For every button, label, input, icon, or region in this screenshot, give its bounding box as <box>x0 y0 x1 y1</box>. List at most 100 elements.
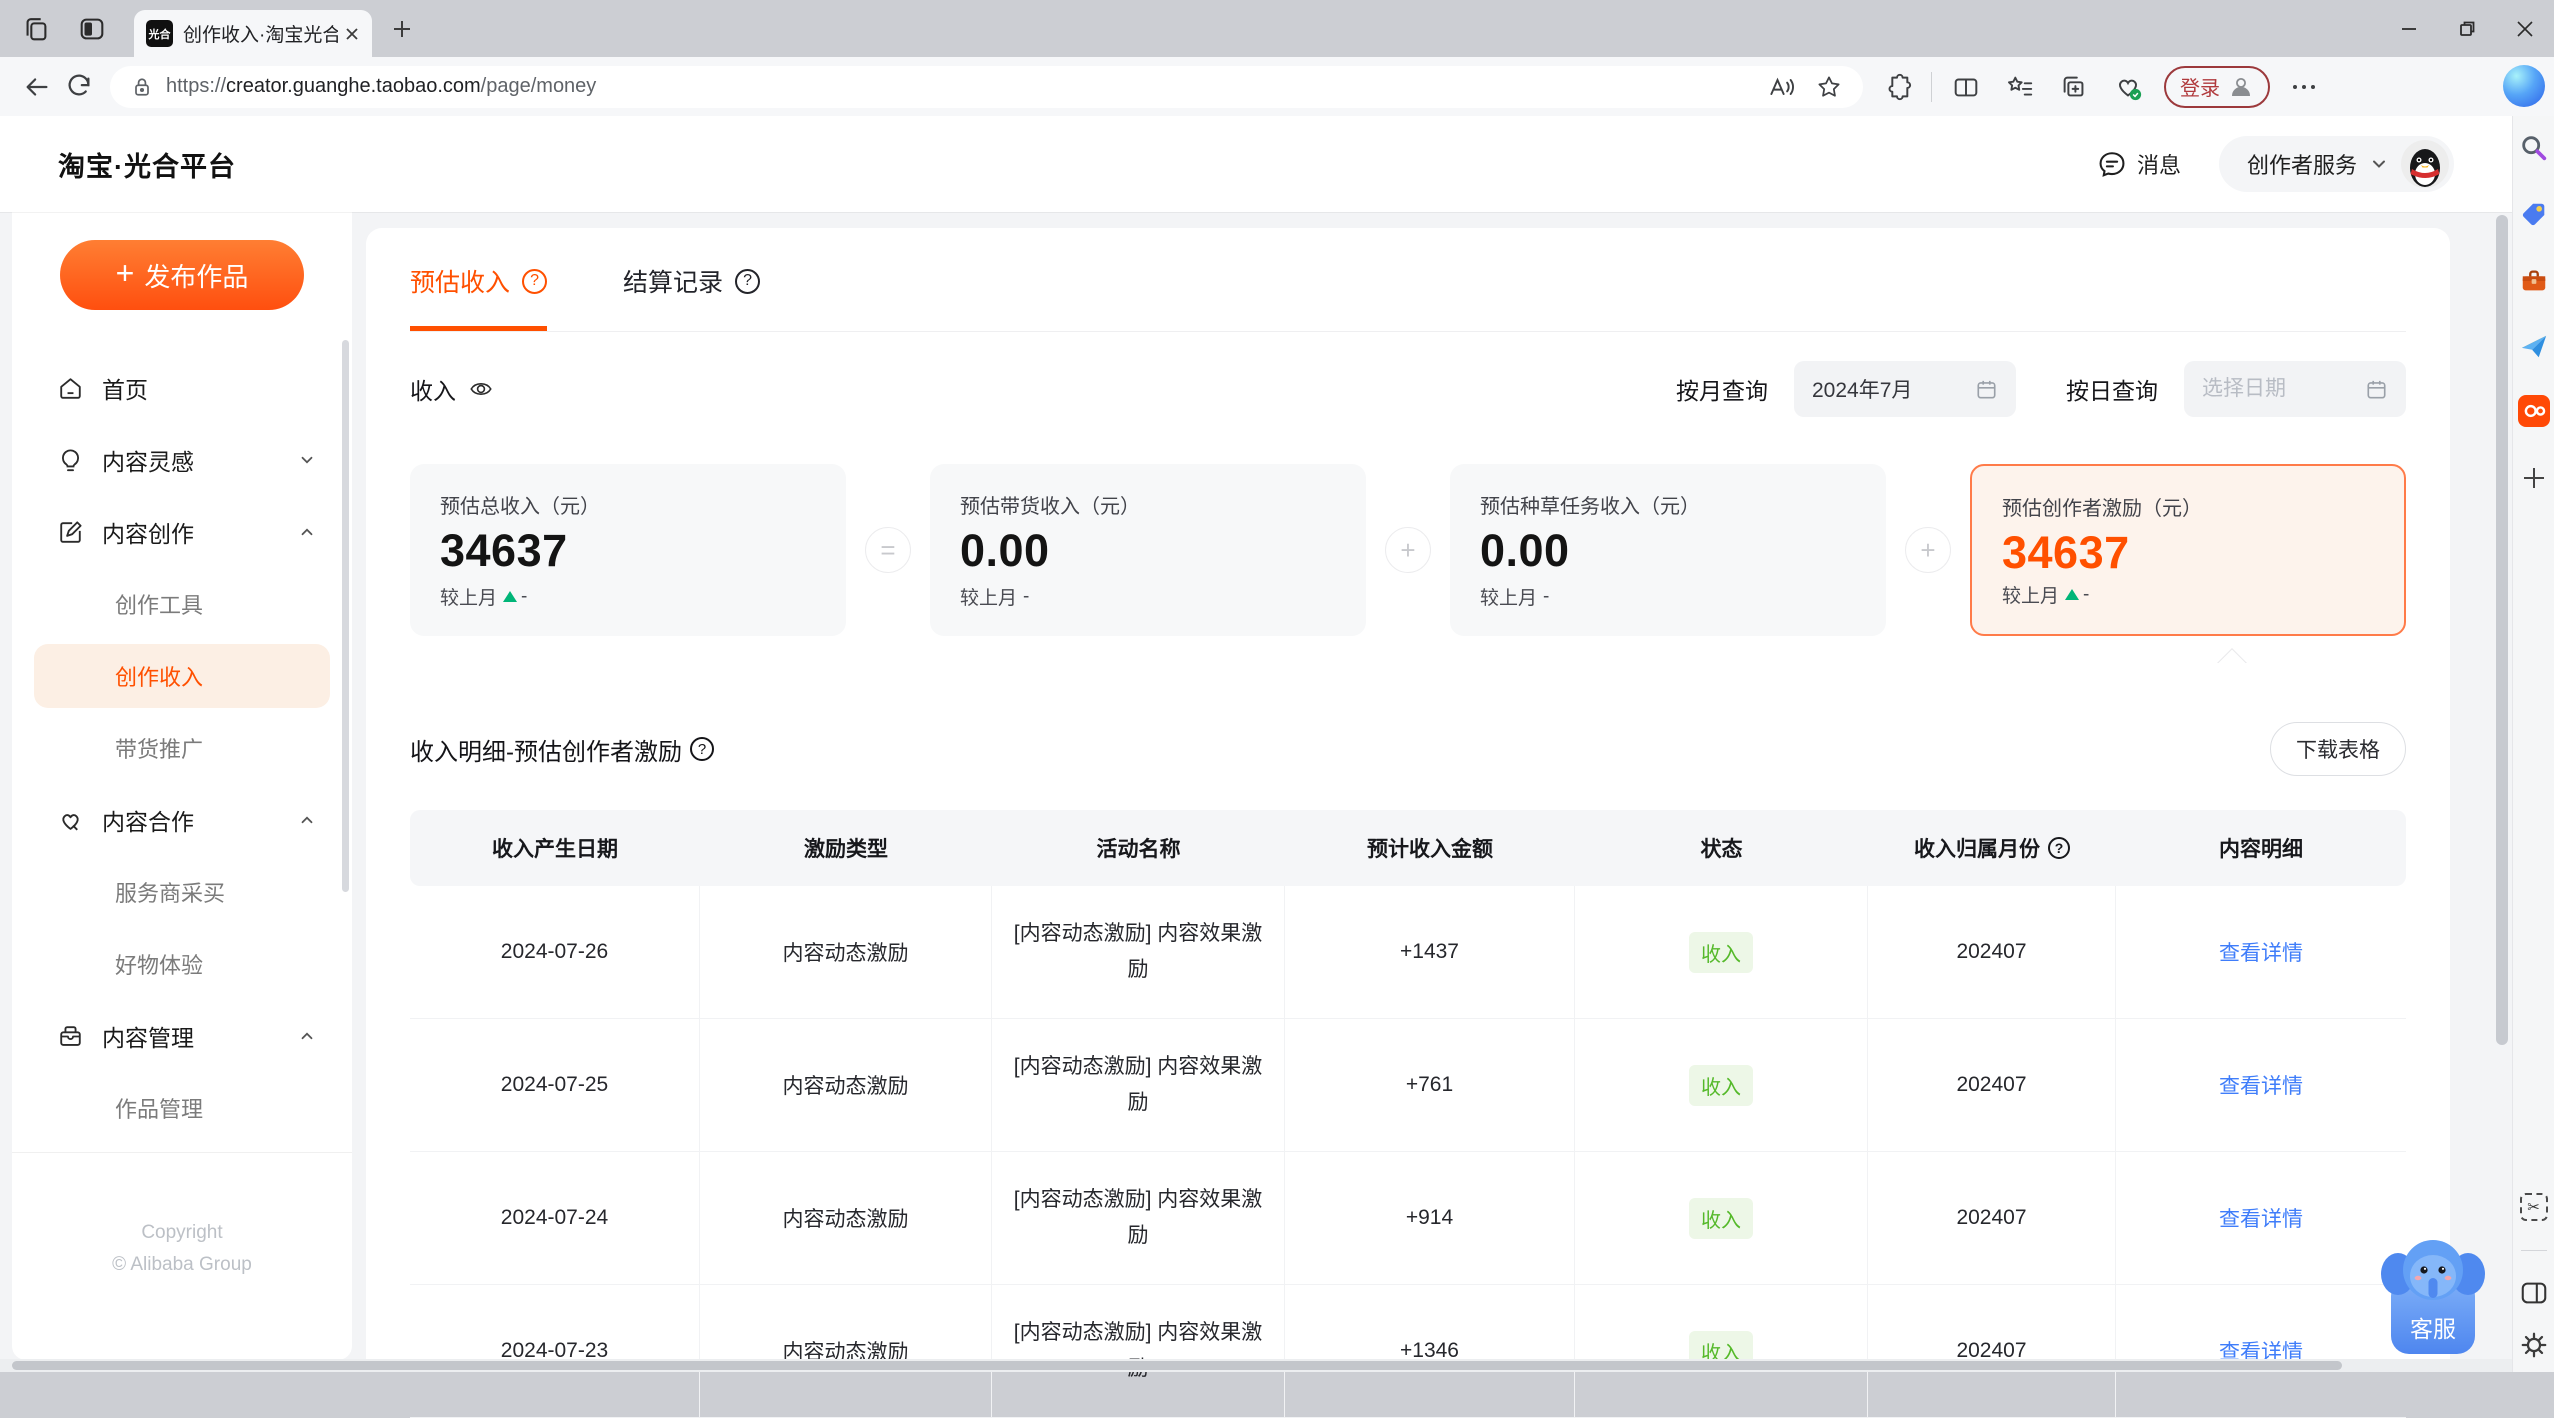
avatar[interactable] <box>2401 140 2449 188</box>
day-picker-input[interactable] <box>2202 377 2357 401</box>
favorites-hub-icon[interactable] <box>2000 67 2040 107</box>
view-details-link[interactable]: 查看详情 <box>2219 1203 2303 1233</box>
chevron-down-icon <box>298 451 316 469</box>
sidebar-divider <box>12 1152 352 1153</box>
login-button[interactable]: 登录 <box>2164 65 2270 108</box>
sidebar-add-icon[interactable] <box>2517 461 2551 495</box>
sidebar: + 发布作品 首页 内容灵感 内容创作 创作工具 创作收入 带货推广 内容合作 … <box>12 212 352 1360</box>
card-sales-income[interactable]: 预估带货收入（元） 0.00 较上月 - <box>930 464 1366 636</box>
creator-services-dropdown[interactable]: 创作者服务 <box>2218 136 2454 192</box>
help-icon[interactable]: ? <box>735 268 761 294</box>
trend-up-icon <box>503 591 518 602</box>
extensions-icon[interactable] <box>1877 67 1917 107</box>
read-aloud-icon[interactable] <box>1767 73 1795 101</box>
sidebar-item-home[interactable]: 首页 <box>12 352 352 424</box>
sidebar-scrollbar[interactable] <box>342 340 349 892</box>
profile-icon <box>2231 77 2251 96</box>
refresh-icon[interactable] <box>58 66 100 108</box>
browser-essentials-icon[interactable] <box>2108 67 2148 107</box>
publish-work-button[interactable]: + 发布作品 <box>60 240 304 310</box>
chevron-down-icon <box>2373 160 2385 168</box>
card-seeding-task-income[interactable]: 预估种草任务收入（元） 0.00 较上月 - <box>1450 464 1886 636</box>
help-icon[interactable]: ? <box>690 737 714 761</box>
sidebar-item-creation-income[interactable]: 创作收入 <box>34 644 330 708</box>
plus-icon: + <box>115 255 135 291</box>
settings-gear-icon[interactable] <box>2517 1328 2551 1362</box>
sidebar-shopping-tag-icon[interactable] <box>2517 197 2551 231</box>
url-text[interactable]: https://creator.guanghe.taobao.com/page/… <box>166 75 596 98</box>
month-query-label: 按月查询 <box>1676 378 1768 404</box>
sidebar-search-icon[interactable] <box>2517 131 2551 165</box>
close-button[interactable] <box>2496 0 2554 57</box>
table-row: 2024-07-23 内容动态激励 [内容动态激励] 内容效果激励 +1346 … <box>410 1285 2406 1418</box>
sidebar-item-creation-tools[interactable]: 创作工具 <box>12 568 352 640</box>
table-row: 2024-07-25 内容动态激励 [内容动态激励] 内容效果激励 +761 收… <box>410 1019 2406 1152</box>
site-favicon: 光合 <box>146 20 173 47</box>
copyright: Copyright © Alibaba Group <box>112 1222 252 1275</box>
chevron-up-icon <box>298 1027 316 1045</box>
income-table: 收入产生日期 激励类型 活动名称 预计收入金额 状态 收入归属月份? 内容明细 … <box>410 810 2406 1418</box>
messages-label: 消息 <box>2136 153 2181 178</box>
creator-services-label: 创作者服务 <box>2246 153 2357 178</box>
sidebar-item-content-creation[interactable]: 内容创作 <box>12 496 352 568</box>
window-controls <box>2380 0 2554 57</box>
toolbar-divider <box>1931 71 1932 102</box>
day-query-label: 按日查询 <box>2066 378 2158 404</box>
sidebar-panel-icon[interactable] <box>2517 1276 2551 1310</box>
favorite-star-icon[interactable] <box>1815 73 1843 101</box>
sidebar-item-work-management[interactable]: 作品管理 <box>12 1072 352 1144</box>
help-icon[interactable]: ? <box>2048 837 2070 859</box>
split-screen-icon[interactable] <box>1946 67 1986 107</box>
home-icon <box>56 374 84 402</box>
back-icon[interactable] <box>16 66 58 108</box>
detail-header: 收入明细-预估创作者激励 ? 下载表格 <box>410 722 2406 776</box>
eye-icon[interactable] <box>468 376 494 402</box>
tab-settlement-records[interactable]: 结算记录 ? <box>623 228 761 331</box>
screenshot-icon[interactable]: ✂ <box>2517 1190 2551 1224</box>
month-picker[interactable] <box>1794 361 2016 417</box>
sidebar-item-content-inspiration[interactable]: 内容灵感 <box>12 424 352 496</box>
sidebar-item-service-purchase[interactable]: 服务商采买 <box>12 856 352 928</box>
message-icon <box>2099 152 2125 177</box>
page-scrollbar-vertical[interactable] <box>2496 215 2508 1045</box>
sidebar-item-promotion[interactable]: 带货推广 <box>12 712 352 784</box>
selected-card-pointer <box>2212 645 2252 663</box>
more-menu-icon[interactable] <box>2284 67 2324 107</box>
new-tab-button[interactable] <box>392 19 412 39</box>
site-logo[interactable]: 淘宝·光合平台 <box>58 145 236 184</box>
copilot-icon[interactable] <box>2503 65 2545 107</box>
sidebar-kuaishou-icon[interactable] <box>2517 394 2551 428</box>
address-bar[interactable]: https://creator.guanghe.taobao.com/page/… <box>110 65 1863 108</box>
tab-workspaces-icon[interactable] <box>16 9 56 49</box>
sidebar-toolbox-icon[interactable] <box>2517 264 2551 298</box>
page-scrollbar-horizontal[interactable] <box>0 1359 2512 1372</box>
table-header-row: 收入产生日期 激励类型 活动名称 预计收入金额 状态 收入归属月份? 内容明细 <box>410 810 2406 886</box>
view-details-link[interactable]: 查看详情 <box>2219 937 2303 967</box>
card-total-income[interactable]: 预估总收入（元） 34637 较上月 - <box>410 464 846 636</box>
browser-tab[interactable]: 光合 创作收入·淘宝光合平台 <box>134 10 372 57</box>
messages-button[interactable]: 消息 <box>2097 148 2181 180</box>
collections-icon[interactable] <box>2054 67 2094 107</box>
tab-layout-icon[interactable] <box>72 9 112 49</box>
tab-title: 创作收入·淘宝光合平台 <box>183 25 338 46</box>
sidebar-item-content-cooperation[interactable]: 内容合作 <box>12 784 352 856</box>
tab-estimated-income[interactable]: 预估收入 ? <box>410 228 548 331</box>
tab-close-icon[interactable] <box>344 26 360 42</box>
sidebar-item-content-management[interactable]: 内容管理 <box>12 1000 352 1072</box>
day-picker[interactable] <box>2184 361 2406 417</box>
download-table-button[interactable]: 下载表格 <box>2270 722 2406 776</box>
chevron-up-icon <box>298 523 316 541</box>
restore-button[interactable] <box>2438 0 2496 57</box>
plus-operator: + <box>1366 527 1450 573</box>
sidebar-nav: 首页 内容灵感 内容创作 创作工具 创作收入 带货推广 内容合作 服务商采买 好… <box>12 352 352 1144</box>
sidebar-item-product-trial[interactable]: 好物体验 <box>12 928 352 1000</box>
help-icon[interactable]: ? <box>522 268 548 294</box>
minimize-button[interactable] <box>2380 0 2438 57</box>
page-body: + 发布作品 首页 内容灵感 内容创作 创作工具 创作收入 带货推广 内容合作 … <box>0 212 2512 1418</box>
browser-tab-bar: 光合 创作收入·淘宝光合平台 <box>0 0 2554 57</box>
customer-service-button[interactable]: 客服 <box>2378 1236 2488 1358</box>
month-picker-input[interactable] <box>1812 377 1967 401</box>
view-details-link[interactable]: 查看详情 <box>2219 1070 2303 1100</box>
sidebar-send-icon[interactable] <box>2517 329 2551 363</box>
card-creator-incentive[interactable]: 预估创作者激励（元） 34637 较上月 - <box>1970 464 2406 636</box>
